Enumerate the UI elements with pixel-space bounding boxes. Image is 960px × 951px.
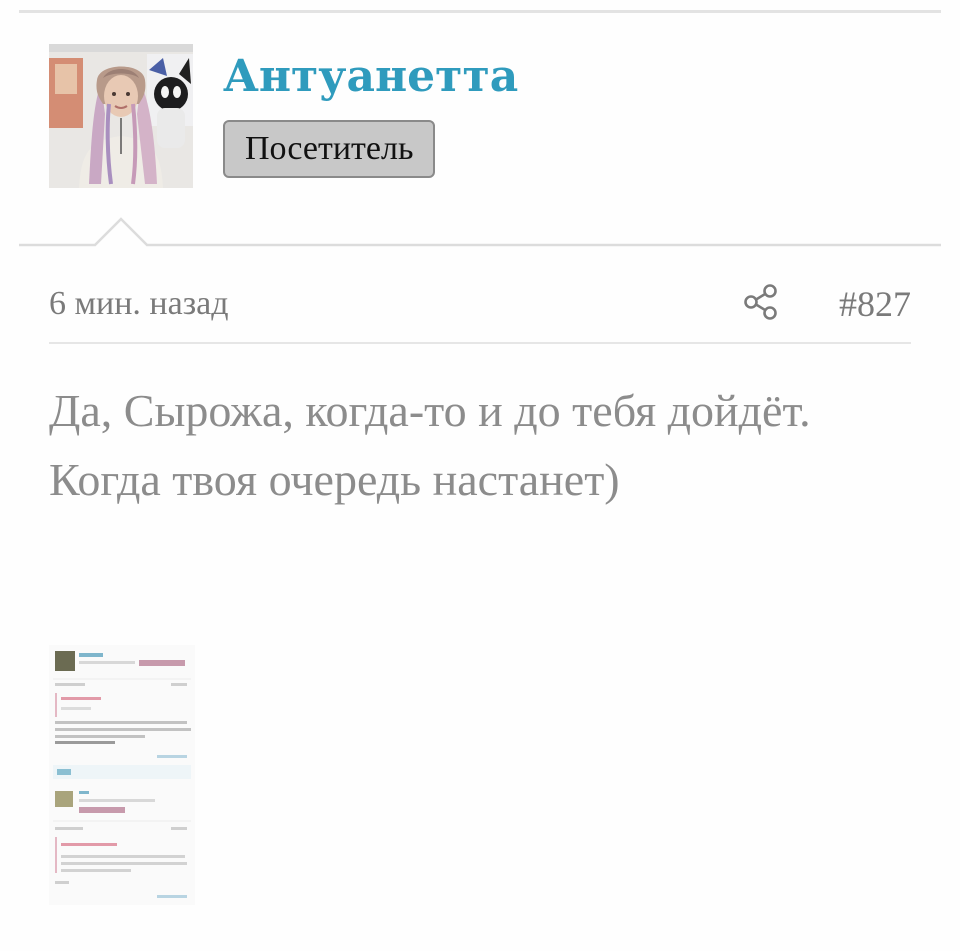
post-timestamp: 6 мин. назад: [49, 285, 229, 322]
avatar[interactable]: [49, 44, 193, 188]
post-meta: 6 мин. назад #827: [49, 270, 911, 344]
screenshot-thumbnail-icon: [49, 645, 195, 905]
share-icon[interactable]: [742, 283, 780, 321]
author-divider: [19, 215, 941, 250]
author-box: Антуанетта Посетитель: [19, 13, 941, 245]
comment-body: Да, Сырожа, когда-то и до тебя дойдёт. К…: [49, 385, 811, 505]
author-name[interactable]: Антуанетта: [223, 49, 518, 105]
attachment-thumbnail[interactable]: [49, 645, 195, 905]
avatar-photo-icon: [49, 44, 193, 188]
role-badge: Посетитель: [223, 120, 436, 178]
comment-card: Антуанетта Посетитель 6 мин. назад #827 …: [0, 0, 960, 951]
pointer-notch-icon: [19, 217, 941, 247]
post-number-link[interactable]: #827: [839, 282, 911, 326]
